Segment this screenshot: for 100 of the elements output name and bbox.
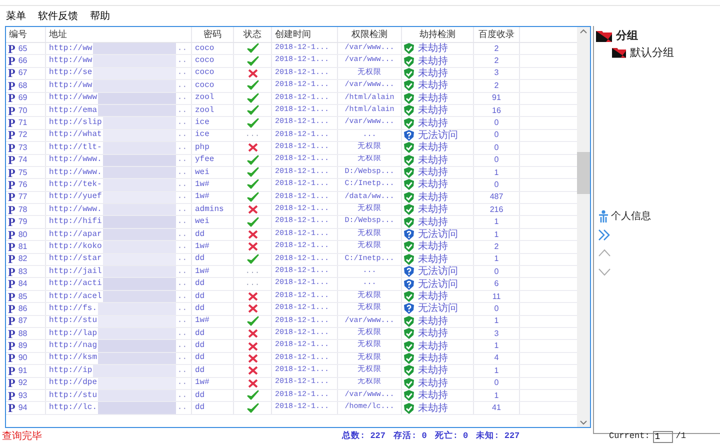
double-chevron-icon[interactable] xyxy=(598,229,610,241)
table-cell: 0 xyxy=(494,304,499,313)
table-cell: 79 xyxy=(18,218,28,226)
column-header[interactable]: 地址 xyxy=(46,27,192,42)
table-cell-text: .. xyxy=(177,57,188,66)
table-cell: 未劫持 xyxy=(418,118,448,129)
table-cell: http://acti xyxy=(49,280,102,288)
row-marker: P xyxy=(8,142,16,154)
table-cell: 未劫持 xyxy=(418,340,448,352)
shield-check-icon xyxy=(404,365,414,376)
status-message: 查询完毕 xyxy=(2,430,43,444)
table-cell: http://acel xyxy=(49,292,102,300)
table-cell: http://nag xyxy=(49,342,98,350)
table-cell: 未劫持 xyxy=(418,179,448,190)
row-marker: P xyxy=(8,166,16,178)
column-header[interactable]: 状态 xyxy=(234,27,272,42)
menu-item[interactable]: 菜单 xyxy=(6,8,26,24)
table-cell: 74 xyxy=(18,156,28,164)
column-header[interactable]: 密码 xyxy=(192,27,234,42)
table-cell: 77 xyxy=(18,193,28,202)
column-header[interactable]: 劫持检测 xyxy=(402,27,474,42)
page-label: Current: xyxy=(608,430,650,443)
table-cell: 2 xyxy=(494,57,499,66)
column-header[interactable]: 编号 xyxy=(6,27,46,42)
table-cell: 2 xyxy=(494,82,499,90)
cross-icon xyxy=(248,68,258,78)
row-marker: P xyxy=(8,228,16,240)
chevron-up-icon[interactable] xyxy=(598,249,611,257)
shield-check-icon xyxy=(404,192,414,203)
table-cell: ... xyxy=(245,280,260,288)
row-marker: P xyxy=(8,117,16,129)
table-cell: 67 xyxy=(18,69,28,78)
table-cell: dd xyxy=(195,366,205,375)
cross-icon xyxy=(248,342,258,351)
table-cell: 92 xyxy=(18,379,28,388)
table-cell: 1w# xyxy=(195,379,210,388)
column-header[interactable]: 权限检测 xyxy=(338,27,402,42)
tree-item[interactable]: 分组 xyxy=(616,28,638,44)
table-cell: 无法访问 xyxy=(418,266,458,278)
table-cell: 80 xyxy=(18,230,28,239)
status-count: 死亡: 0 xyxy=(434,430,468,443)
table-cell: http://koko xyxy=(49,242,102,251)
scrollbar[interactable] xyxy=(577,27,590,427)
scroll-down-icon[interactable] xyxy=(580,420,587,425)
table-cell: zool xyxy=(195,94,214,102)
scroll-up-icon[interactable] xyxy=(580,29,587,34)
table-cell: http://se xyxy=(49,69,92,78)
profile-link[interactable]: 个人信息 xyxy=(611,209,651,224)
table-cell: dd xyxy=(195,255,205,264)
table-cell: 未劫持 xyxy=(418,254,448,265)
row-marker: P xyxy=(8,179,16,191)
page-input[interactable]: 1 xyxy=(652,430,673,442)
table-cell: http://ksm xyxy=(49,354,98,362)
row-marker: P xyxy=(8,390,16,402)
shield-check-icon xyxy=(404,118,414,129)
table-cell: 2 xyxy=(494,242,499,251)
table-cell: http://tlt- xyxy=(49,144,102,152)
shield-check-icon xyxy=(404,80,414,92)
table-cell: admins xyxy=(195,206,224,214)
table-cell: http://www xyxy=(49,94,98,102)
table-cell: 83 xyxy=(18,268,28,276)
shield-check-icon xyxy=(404,179,414,190)
shield-check-icon xyxy=(404,254,414,265)
column-header[interactable]: 创建时间 xyxy=(272,27,338,42)
table-cell: 未劫持 xyxy=(418,154,448,166)
menu-item[interactable]: 帮助 xyxy=(90,8,110,24)
table-cell: 487 xyxy=(490,193,504,202)
folder-icon xyxy=(596,30,612,42)
table-cell: coco xyxy=(195,82,214,90)
table-cell: 未劫持 xyxy=(418,328,448,340)
shield-question-icon xyxy=(404,130,414,141)
table-cell: http://www. xyxy=(49,156,102,164)
table-cell: 未劫持 xyxy=(418,291,448,302)
shield-check-icon xyxy=(404,328,414,340)
table-cell: 未劫持 xyxy=(418,92,448,104)
scroll-thumb[interactable] xyxy=(577,152,590,194)
shield-check-icon xyxy=(404,68,414,79)
table-cell: dd xyxy=(195,354,205,362)
table-cell-text: .. xyxy=(177,392,188,400)
table-cell-text: .. xyxy=(177,230,188,239)
shield-check-icon xyxy=(404,378,414,389)
table-cell: http://ww xyxy=(49,44,92,53)
row-marker: P xyxy=(8,303,16,315)
tree-item[interactable]: 默认分组 xyxy=(630,44,674,61)
table-cell: wei xyxy=(195,218,210,226)
table-cell: 71 xyxy=(18,119,28,128)
table-cell-text: .. xyxy=(177,168,188,177)
column-header[interactable]: 百度收录 xyxy=(474,27,520,42)
table-cell: 1w# xyxy=(195,242,210,251)
shield-check-icon xyxy=(404,154,414,166)
cross-icon xyxy=(248,143,258,152)
table-cell-text: .. xyxy=(177,366,188,375)
table-cell: wei xyxy=(195,168,210,177)
cross-icon xyxy=(248,366,258,376)
chevron-down-icon[interactable] xyxy=(598,268,611,276)
table-cell: coco xyxy=(195,44,214,53)
table-cell-text: .. xyxy=(177,106,188,115)
shield-question-icon xyxy=(404,303,414,314)
menu-item[interactable]: 软件反馈 xyxy=(38,8,78,24)
table-cell-text: .. xyxy=(177,144,188,152)
